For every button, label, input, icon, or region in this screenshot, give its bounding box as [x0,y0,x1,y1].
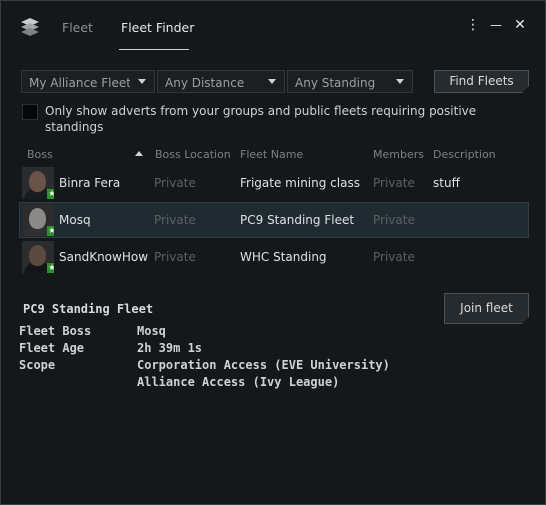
sort-ascending-icon[interactable] [135,151,143,156]
fleet-name: PC9 Standing Fleet [240,213,355,227]
fleet-logo-icon [21,18,39,36]
boss-name: Mosq [59,213,91,227]
avatar: ★ [22,167,54,199]
positive-standings-label: Only show adverts from your groups and p… [45,104,477,134]
column-header-fleet-name[interactable]: Fleet Name [240,148,360,161]
scope-value-alliance: Alliance Access (Ivy League) [137,375,340,389]
chevron-down-icon [396,79,404,84]
boss-name: SandKnowHow [59,250,149,264]
table-row[interactable]: ★ SandKnowHow Private WHC Standing Priva… [19,239,529,275]
members: Private [373,213,415,227]
chevron-down-icon [268,79,276,84]
join-fleet-button[interactable]: Join fleet [444,293,529,324]
description: stuff [433,176,460,190]
fleet-age-label: Fleet Age [19,341,85,355]
table-row[interactable]: ★ Binra Fera Private Frigate mining clas… [19,165,529,201]
column-header-boss[interactable]: Boss [27,148,127,161]
standing-filter-dropdown[interactable]: Any Standing [287,70,413,93]
fleet-name: WHC Standing [240,250,327,264]
minimize-icon[interactable]: — [488,18,504,36]
avatar: ★ [22,204,54,236]
boss-name: Binra Fera [59,176,121,190]
boss-location: Private [154,213,196,227]
alliance-filter-value: My Alliance Fleet [29,76,130,90]
standing-filter-value: Any Standing [295,76,376,90]
alliance-filter-dropdown[interactable]: My Alliance Fleet [21,70,155,93]
boss-location: Private [154,176,196,190]
star-icon: ★ [47,263,54,273]
distance-filter-value: Any Distance [165,76,245,90]
star-icon: ★ [47,189,54,199]
fleet-boss-value: Mosq [137,324,166,338]
distance-filter-dropdown[interactable]: Any Distance [157,70,285,93]
members: Private [373,176,415,190]
close-icon[interactable]: ✕ [512,17,528,35]
table-row[interactable]: ★ Mosq Private PC9 Standing Fleet Privat… [19,202,529,238]
avatar: ★ [22,241,54,273]
fleet-finder-window: Fleet Fleet Finder ⋮ — ✕ My Alliance Fle… [0,0,546,505]
window-header: Fleet Fleet Finder ⋮ — ✕ [1,1,545,53]
column-header-members[interactable]: Members [373,148,429,161]
scope-label: Scope [19,358,56,372]
star-icon: ★ [47,226,54,236]
fleet-boss-label: Fleet Boss [19,324,92,338]
active-tab-indicator [119,49,189,50]
positive-standings-checkbox[interactable] [22,104,38,120]
kebab-menu-icon[interactable]: ⋮ [465,17,481,35]
members: Private [373,250,415,264]
fleet-age-value: 2h 39m 1s [137,341,203,355]
selected-fleet-title: PC9 Standing Fleet [23,302,154,316]
tab-fleet-finder[interactable]: Fleet Finder [121,20,194,35]
scope-value-corporation: Corporation Access (EVE University) [137,358,390,372]
column-header-boss-location[interactable]: Boss Location [155,148,233,161]
fleet-name: Frigate mining class [240,176,360,190]
boss-location: Private [154,250,196,264]
chevron-down-icon [138,79,146,84]
column-header-description[interactable]: Description [433,148,513,161]
tab-fleet[interactable]: Fleet [62,20,93,35]
find-fleets-button[interactable]: Find Fleets [434,70,529,93]
